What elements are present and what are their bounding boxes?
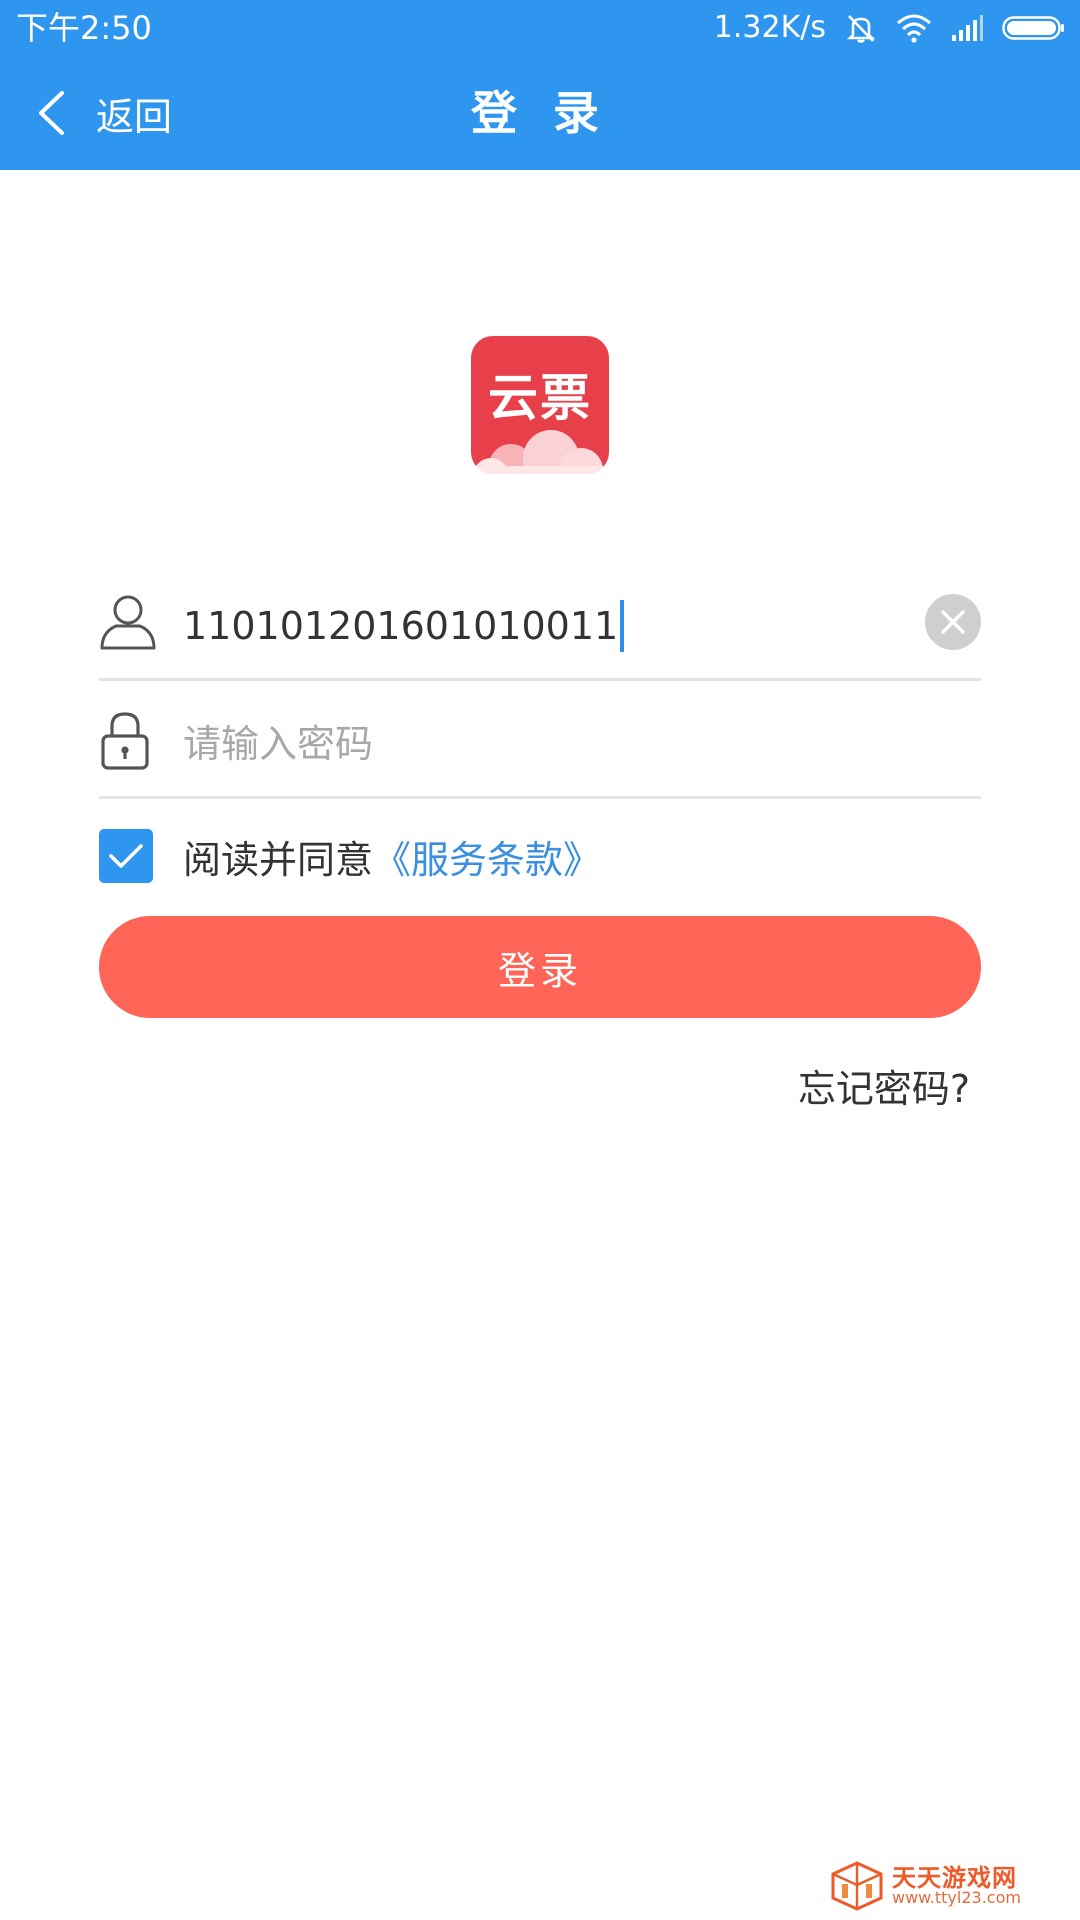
network-speed: 1.32K/s	[713, 10, 826, 45]
check-icon	[109, 844, 143, 868]
user-icon	[99, 592, 157, 652]
page-title: 登 录	[470, 86, 609, 140]
watermark: 天天游戏网 www.ttyl23.com	[830, 1858, 1070, 1914]
agree-checkbox[interactable]	[99, 829, 153, 883]
clear-input-button[interactable]	[925, 594, 981, 650]
username-field[interactable]: 110101201601010011	[99, 574, 981, 681]
forgot-password-link[interactable]: 忘记密码?	[798, 1058, 970, 1113]
watermark-logo-icon	[830, 1860, 884, 1912]
password-field[interactable]	[99, 692, 981, 799]
agreement-row: 阅读并同意 《服务条款》	[99, 828, 601, 884]
nav-bar: 返回 登 录	[0, 56, 1080, 170]
watermark-url: www.ttyl23.com	[892, 1888, 1021, 1907]
username-value: 110101201601010011	[183, 604, 619, 648]
status-time: 下午2:50	[16, 9, 152, 47]
lock-icon	[99, 710, 151, 772]
wifi-icon	[896, 13, 932, 43]
mute-icon	[844, 11, 878, 45]
agree-text: 阅读并同意	[183, 837, 374, 882]
status-bar: 下午2:50 1.32K/s	[0, 0, 1080, 56]
app-header: 下午2:50 1.32K/s 返回 登 录	[0, 0, 1080, 170]
username-input[interactable]: 110101201601010011	[183, 596, 625, 656]
battery-icon	[1002, 14, 1066, 42]
text-cursor	[620, 600, 625, 652]
app-logo: 云票	[471, 336, 609, 474]
cloud-icon	[471, 430, 609, 474]
login-screen: 下午2:50 1.32K/s 返回 登 录 云票 110101201601010…	[0, 0, 1080, 1920]
terms-link[interactable]: 《服务条款》	[373, 829, 601, 884]
login-button[interactable]: 登录	[99, 916, 981, 1018]
signal-icon	[950, 13, 984, 43]
password-input[interactable]	[183, 714, 883, 774]
status-indicators: 1.32K/s	[714, 8, 1066, 48]
close-icon	[941, 610, 965, 634]
